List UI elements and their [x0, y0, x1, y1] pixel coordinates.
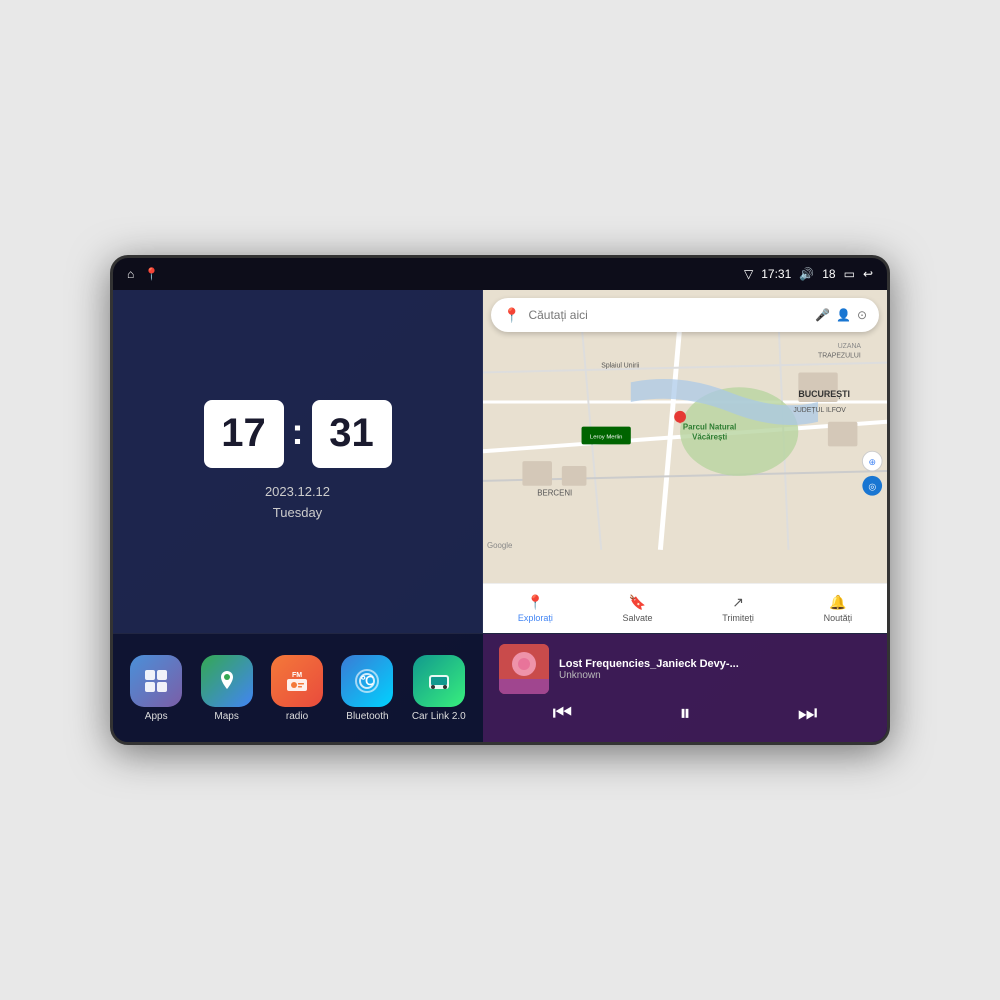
- bluetooth-label: Bluetooth: [346, 711, 388, 722]
- svg-text:JUDEȚUL ILFOV: JUDEȚUL ILFOV: [793, 407, 846, 414]
- map-search-text: Căutați aici: [528, 308, 807, 322]
- music-title: Lost Frequencies_Janieck Devy-...: [559, 658, 871, 670]
- saved-label: Salvate: [623, 613, 653, 623]
- play-pause-button[interactable]: ⏸: [679, 700, 690, 726]
- map-news-tab[interactable]: 🔔 Noutăți: [824, 594, 853, 623]
- map-search-bar[interactable]: 📍 Căutați aici 🎤 👤 ⊙: [491, 298, 879, 332]
- carlink-app-icon: [413, 655, 465, 707]
- music-info: Lost Frequencies_Janieck Devy-... Unknow…: [499, 644, 871, 694]
- time-display: 17:31: [761, 267, 791, 281]
- send-icon: ↗: [732, 594, 744, 611]
- account-icon[interactable]: 👤: [836, 308, 851, 322]
- maps-label: Maps: [214, 711, 238, 722]
- signal-icon: ▽: [744, 267, 753, 281]
- status-left: ⌂ 📍: [127, 267, 159, 281]
- date-display: 2023.12.12 Tuesday: [265, 482, 330, 524]
- carlink-label: Car Link 2.0: [412, 711, 466, 722]
- news-label: Noutăți: [824, 613, 853, 623]
- bottom-row: Apps Maps: [113, 633, 887, 742]
- home-icon[interactable]: ⌂: [127, 267, 134, 281]
- mic-icon[interactable]: 🎤: [815, 308, 830, 322]
- battery-level: 18: [822, 267, 835, 281]
- saved-icon: 🔖: [629, 594, 646, 611]
- send-label: Trimiteți: [722, 613, 754, 623]
- clock-widget: 17 : 31 2023.12.12 Tuesday: [113, 290, 483, 633]
- status-right: ▽ 17:31 🔊 18 ▭ ↩: [744, 267, 873, 281]
- svg-text:℃: ℃: [361, 674, 374, 688]
- bluetooth-app-icon: ℃: [341, 655, 393, 707]
- explore-icon: 📍: [527, 594, 544, 611]
- clock-colon: :: [292, 411, 304, 453]
- music-player: Lost Frequencies_Janieck Devy-... Unknow…: [483, 634, 887, 742]
- map-svg: Parcul Natural Văcărești BUCUREȘTI JUDEȚ…: [483, 290, 887, 583]
- svg-text:Leroy Merlin: Leroy Merlin: [590, 434, 623, 440]
- map-widget[interactable]: Parcul Natural Văcărești BUCUREȘTI JUDEȚ…: [483, 290, 887, 633]
- map-search-icons: 🎤 👤 ⊙: [815, 308, 867, 322]
- svg-text:Parcul Natural: Parcul Natural: [683, 423, 736, 432]
- svg-text:BUCUREȘTI: BUCUREȘTI: [798, 389, 850, 399]
- next-button[interactable]: ⏭: [798, 700, 818, 726]
- status-bar: ⌂ 📍 ▽ 17:31 🔊 18 ▭ ↩: [113, 258, 887, 290]
- svg-text:Văcărești: Văcărești: [692, 432, 727, 441]
- map-saved-tab[interactable]: 🔖 Salvate: [623, 594, 653, 623]
- svg-text:TRAPEZULUI: TRAPEZULUI: [818, 353, 861, 360]
- clock-minute: 31: [312, 400, 392, 468]
- apps-row: Apps Maps: [113, 634, 483, 742]
- prev-button[interactable]: ⏮: [553, 700, 573, 726]
- apps-icon: [130, 655, 182, 707]
- back-icon[interactable]: ↩: [863, 267, 873, 281]
- device-frame: ⌂ 📍 ▽ 17:31 🔊 18 ▭ ↩ 17 : 31 2023.12.12 …: [110, 255, 890, 745]
- maps-app-icon: [201, 655, 253, 707]
- app-item-maps[interactable]: Maps: [201, 655, 253, 722]
- svg-text:Google: Google: [487, 541, 513, 550]
- svg-text:UZANA: UZANA: [838, 343, 862, 350]
- svg-text:FM: FM: [292, 672, 302, 679]
- app-item-apps[interactable]: Apps: [130, 655, 182, 722]
- app-item-bluetooth[interactable]: ℃ Bluetooth: [341, 655, 393, 722]
- svg-text:Splaiul Unirii: Splaiul Unirii: [601, 363, 640, 370]
- map-bottom-bar: 📍 Explorați 🔖 Salvate ↗ Trimiteți 🔔 Nout…: [483, 583, 887, 633]
- music-controls: ⏮ ⏸ ⏭: [499, 694, 871, 732]
- more-icon[interactable]: ⊙: [857, 308, 867, 322]
- svg-text:◎: ◎: [868, 482, 876, 492]
- app-item-radio[interactable]: FM radio: [271, 655, 323, 722]
- clock-display: 17 : 31: [204, 400, 392, 468]
- map-explore-tab[interactable]: 📍 Explorați: [518, 594, 553, 623]
- apps-label: Apps: [145, 711, 168, 722]
- album-art: [499, 644, 549, 694]
- music-artist: Unknown: [559, 670, 871, 681]
- maps-status-icon[interactable]: 📍: [144, 267, 159, 281]
- map-send-tab[interactable]: ↗ Trimiteți: [722, 594, 754, 623]
- day-value: Tuesday: [265, 503, 330, 524]
- explore-label: Explorați: [518, 613, 553, 623]
- news-icon: 🔔: [829, 594, 846, 611]
- radio-app-icon: FM: [271, 655, 323, 707]
- svg-text:⊕: ⊕: [869, 457, 876, 467]
- music-text: Lost Frequencies_Janieck Devy-... Unknow…: [559, 658, 871, 681]
- date-value: 2023.12.12: [265, 482, 330, 503]
- battery-icon: ▭: [844, 267, 855, 281]
- svg-text:BERCENI: BERCENI: [537, 489, 572, 498]
- main-screen: 17 : 31 2023.12.12 Tuesday: [113, 290, 887, 742]
- maps-pin-icon: 📍: [503, 307, 520, 324]
- app-item-carlink[interactable]: Car Link 2.0: [412, 655, 466, 722]
- clock-hour: 17: [204, 400, 284, 468]
- map-content: Parcul Natural Văcărești BUCUREȘTI JUDEȚ…: [483, 290, 887, 583]
- volume-icon: 🔊: [799, 267, 814, 281]
- radio-label: radio: [286, 711, 308, 722]
